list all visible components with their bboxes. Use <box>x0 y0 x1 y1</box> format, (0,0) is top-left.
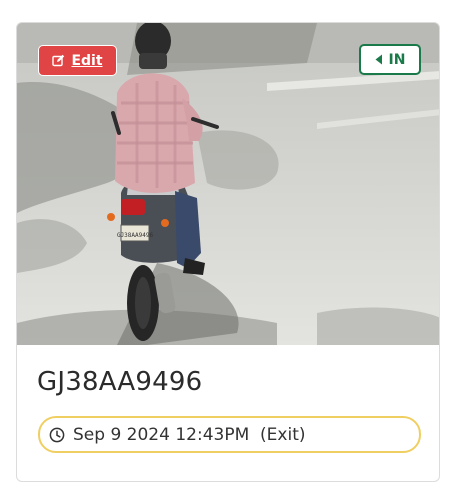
vehicle-photo: GJ38AA9496 Edit IN <box>17 23 439 345</box>
plate-number: GJ38AA9496 <box>37 367 203 397</box>
timestamp-text: Sep 9 2024 12:43PM (Exit) <box>73 424 306 445</box>
edit-label: Edit <box>71 52 103 69</box>
photo-plate-text: GJ38AA9496 <box>117 232 154 239</box>
clock-icon <box>49 427 65 443</box>
timestamp-badge: Sep 9 2024 12:43PM (Exit) <box>38 416 421 453</box>
direction-label: IN <box>388 51 406 68</box>
caret-left-icon <box>375 54 383 65</box>
edit-button[interactable]: Edit <box>38 45 117 76</box>
edit-icon <box>52 54 65 67</box>
direction-badge: IN <box>359 44 421 75</box>
vehicle-card: GJ38AA9496 Edit IN GJ38AA9496 Sep 9 2024… <box>16 22 440 482</box>
